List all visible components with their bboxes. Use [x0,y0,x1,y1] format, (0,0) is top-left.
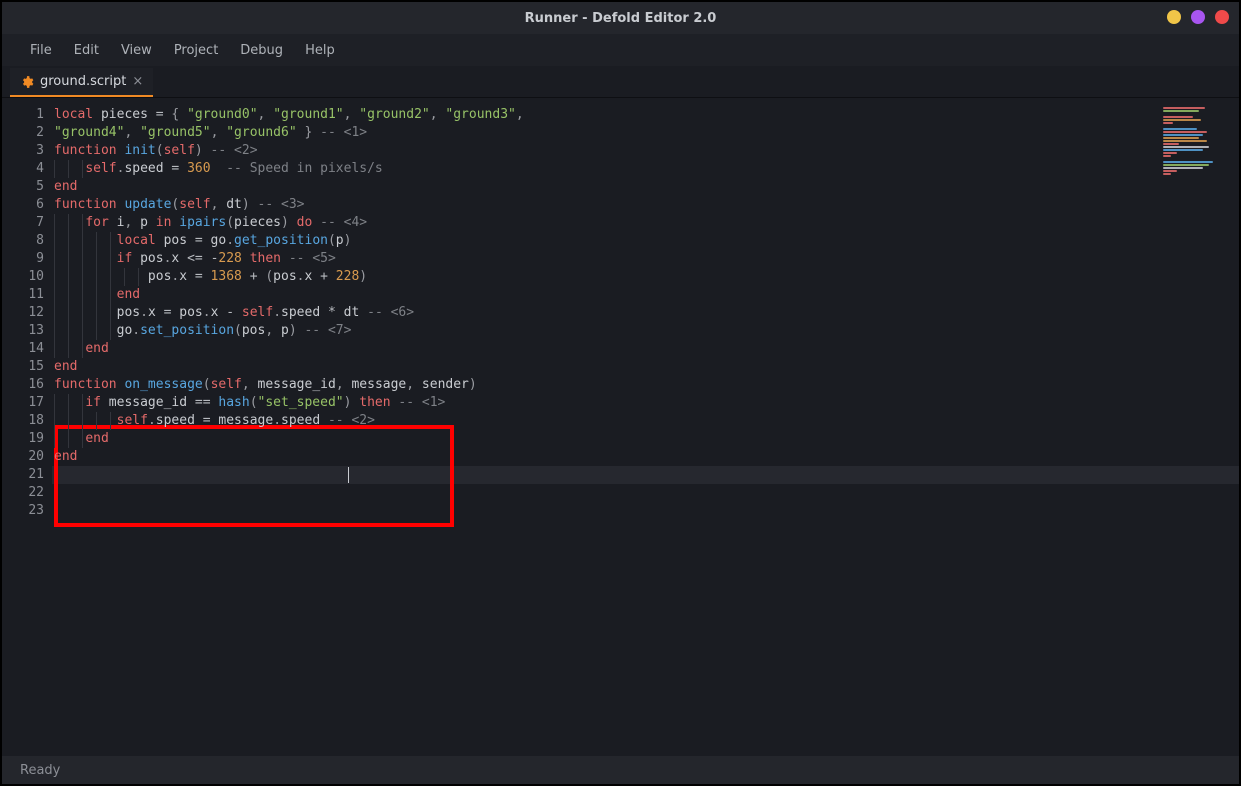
line-number: 9 [2,250,44,268]
window-title: Runner - Defold Editor 2.0 [525,11,717,26]
line-gutter: 1234567891011121314151617181920212223 [2,98,52,756]
line-number: 10 [2,268,44,286]
line-number: 19 [2,430,44,448]
code-line[interactable]: end [54,178,1239,196]
code-line[interactable]: if message_id == hash("set_speed") then … [54,394,1239,412]
line-number: 15 [2,358,44,376]
line-number: 16 [2,376,44,394]
code-line[interactable]: pos.x = pos.x - self.speed * dt -- <6> [54,304,1239,322]
line-number: 1 [2,106,44,124]
gear-icon [20,75,34,89]
line-number: 4 [2,160,44,178]
titlebar: Runner - Defold Editor 2.0 [2,2,1239,34]
menu-edit[interactable]: Edit [74,43,99,58]
code-line[interactable]: for i, p in ipairs(pieces) do -- <4> [54,214,1239,232]
tab-ground-script[interactable]: ground.script × [10,68,153,97]
line-number: 8 [2,232,44,250]
line-number: 23 [2,502,44,520]
line-number: 6 [2,196,44,214]
code-line[interactable]: local pieces = { "ground0", "ground1", "… [54,106,1239,124]
code-area[interactable]: local pieces = { "ground0", "ground1", "… [52,98,1239,756]
menu-help[interactable]: Help [305,43,335,58]
menubar: File Edit View Project Debug Help [2,34,1239,66]
code-line[interactable]: "ground4", "ground5", "ground6" } -- <1> [54,124,1239,142]
line-number: 14 [2,340,44,358]
line-number: 12 [2,304,44,322]
line-number: 21 [2,466,44,484]
line-number: 22 [2,484,44,502]
menu-debug[interactable]: Debug [240,43,283,58]
code-line[interactable]: end [54,448,1239,466]
tab-label: ground.script [40,74,126,89]
close-icon[interactable]: × [132,74,143,89]
line-number: 3 [2,142,44,160]
code-line[interactable]: end [54,286,1239,304]
window-controls [1167,10,1229,24]
code-line[interactable]: end [54,358,1239,376]
line-number: 13 [2,322,44,340]
code-line[interactable]: go.set_position(pos, p) -- <7> [54,322,1239,340]
status-bar: Ready [2,756,1239,784]
line-number: 2 [2,124,44,142]
line-number: 20 [2,448,44,466]
maximize-button[interactable] [1191,10,1205,24]
code-line[interactable]: self.speed = 360 -- Speed in pixels/s [54,160,1239,178]
code-line[interactable]: pos.x = 1368 + (pos.x + 228) [54,268,1239,286]
code-line[interactable]: if pos.x <= -228 then -- <5> [54,250,1239,268]
menu-file[interactable]: File [30,43,52,58]
code-line[interactable]: function update(self, dt) -- <3> [54,196,1239,214]
menu-project[interactable]: Project [174,43,218,58]
editor-window: Runner - Defold Editor 2.0 File Edit View P… [2,2,1239,784]
code-editor[interactable]: 1234567891011121314151617181920212223 lo… [2,98,1239,756]
line-number: 5 [2,178,44,196]
line-number: 17 [2,394,44,412]
line-number: 7 [2,214,44,232]
current-line-highlight [52,466,1239,484]
code-line[interactable]: local pos = go.get_position(p) [54,232,1239,250]
status-text: Ready [20,763,60,778]
code-line[interactable]: self.speed = message.speed -- <2> [54,412,1239,430]
line-number: 18 [2,412,44,430]
minimize-button[interactable] [1167,10,1181,24]
line-number: 11 [2,286,44,304]
code-line[interactable]: function init(self) -- <2> [54,142,1239,160]
text-cursor [348,467,349,483]
menu-view[interactable]: View [121,43,152,58]
close-button[interactable] [1215,10,1229,24]
tab-bar: ground.script × [2,66,1239,98]
code-line[interactable]: function on_message(self, message_id, me… [54,376,1239,394]
code-line[interactable]: end [54,430,1239,448]
code-line[interactable]: end [54,340,1239,358]
